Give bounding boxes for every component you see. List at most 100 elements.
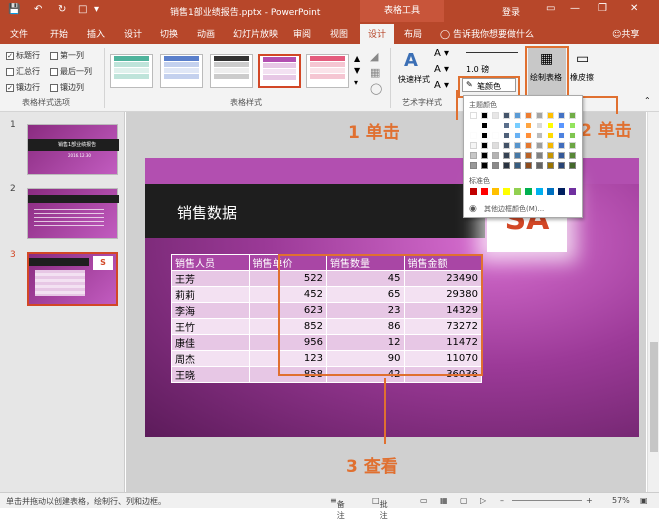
tab-transitions[interactable]: 切换: [160, 27, 178, 40]
color-swatch[interactable]: [558, 142, 565, 149]
color-swatch[interactable]: [514, 122, 521, 129]
color-swatch[interactable]: [514, 152, 521, 159]
color-swatch[interactable]: [514, 112, 521, 119]
table-cell[interactable]: 王芳: [171, 270, 250, 287]
color-swatch[interactable]: [569, 188, 576, 195]
pen-style-line[interactable]: [466, 52, 518, 53]
customize-qat-icon[interactable]: ▾: [94, 4, 99, 15]
vertical-scrollbar[interactable]: [647, 112, 659, 492]
color-swatch[interactable]: [481, 132, 488, 139]
option-last-column[interactable]: 最后一列: [50, 66, 92, 77]
tab-slideshow[interactable]: 幻灯片放映: [233, 27, 278, 40]
text-fill-icon[interactable]: A ▾: [434, 48, 449, 59]
borders-icon[interactable]: ▦: [370, 66, 380, 79]
color-swatch[interactable]: [492, 162, 499, 169]
color-swatch[interactable]: [547, 122, 554, 129]
color-swatch[interactable]: [558, 162, 565, 169]
color-swatch[interactable]: [503, 132, 510, 139]
color-swatch[interactable]: [492, 122, 499, 129]
color-swatch[interactable]: [569, 162, 576, 169]
color-swatch[interactable]: [503, 122, 510, 129]
tab-home[interactable]: 开始: [50, 27, 68, 40]
color-swatch[interactable]: [558, 132, 565, 139]
color-swatch[interactable]: [525, 188, 532, 195]
color-swatch[interactable]: [547, 132, 554, 139]
color-swatch[interactable]: [470, 162, 477, 169]
more-styles-icon[interactable]: ▾: [354, 78, 358, 87]
color-swatch[interactable]: [525, 152, 532, 159]
color-swatch[interactable]: [536, 142, 543, 149]
color-swatch[interactable]: [536, 112, 543, 119]
present-icon[interactable]: □: [78, 4, 87, 15]
option-header-row[interactable]: ✓ 标题行: [6, 50, 40, 61]
color-swatch[interactable]: [481, 142, 488, 149]
header-cell[interactable]: 销售人员: [171, 254, 250, 271]
color-swatch[interactable]: [470, 132, 477, 139]
option-total-row[interactable]: 汇总行: [6, 66, 40, 77]
color-swatch[interactable]: [514, 188, 521, 195]
minimize-icon[interactable]: —: [570, 3, 580, 14]
effects-icon[interactable]: ◯: [370, 82, 382, 95]
color-swatch[interactable]: [547, 112, 554, 119]
color-swatch[interactable]: [558, 188, 565, 195]
table-style-thumb[interactable]: [306, 54, 349, 88]
table-cell[interactable]: 王晓: [171, 366, 250, 383]
color-swatch[interactable]: [492, 152, 499, 159]
color-swatch[interactable]: [492, 112, 499, 119]
color-swatch[interactable]: [470, 152, 477, 159]
tell-me-box[interactable]: ◯ 告诉我你想要做什么: [440, 27, 534, 40]
zoom-out-icon[interactable]: –: [500, 496, 504, 505]
table-style-thumb[interactable]: [210, 54, 253, 88]
quick-styles-a-icon[interactable]: A: [404, 50, 418, 71]
eraser-button[interactable]: ▭ 橡皮擦: [568, 48, 598, 96]
slide-thumbnail-3[interactable]: S: [27, 252, 118, 306]
color-swatch[interactable]: [470, 122, 477, 129]
tab-table-design[interactable]: 设计: [360, 24, 395, 45]
color-swatch[interactable]: [536, 188, 543, 195]
color-swatch[interactable]: [525, 112, 532, 119]
tab-insert[interactable]: 插入: [87, 27, 105, 40]
notes-button[interactable]: ≡ 备注: [330, 496, 345, 520]
color-swatch[interactable]: [558, 152, 565, 159]
slideshow-icon[interactable]: ▷: [480, 496, 486, 505]
color-swatch[interactable]: [569, 132, 576, 139]
slide-thumbnail-1[interactable]: 销售1部业绩报告 2016.12.30: [27, 124, 119, 175]
table-style-thumb[interactable]: [110, 54, 153, 88]
option-banded-rows[interactable]: ✓ 镶边行: [6, 82, 40, 93]
collapse-ribbon-icon[interactable]: ⌃: [644, 96, 651, 105]
table-cell[interactable]: 周杰: [171, 350, 250, 367]
undo-icon[interactable]: ↶: [34, 4, 42, 15]
color-swatch[interactable]: [569, 122, 576, 129]
restore-icon[interactable]: ❐: [598, 3, 607, 14]
table-cell[interactable]: 李海: [171, 302, 250, 319]
color-swatch[interactable]: [569, 142, 576, 149]
color-swatch[interactable]: [525, 122, 532, 129]
color-swatch[interactable]: [470, 188, 477, 195]
color-swatch[interactable]: [503, 112, 510, 119]
color-swatch[interactable]: [503, 188, 510, 195]
color-swatch[interactable]: [481, 188, 488, 195]
color-swatch[interactable]: [514, 162, 521, 169]
zoom-slider[interactable]: [512, 500, 582, 501]
color-swatch[interactable]: [514, 132, 521, 139]
table-cell[interactable]: 王竹: [171, 318, 250, 335]
tab-view[interactable]: 视图: [330, 27, 348, 40]
tab-review[interactable]: 审阅: [293, 27, 311, 40]
tab-table-layout[interactable]: 布局: [396, 24, 430, 45]
table-style-thumb-selected[interactable]: [258, 54, 301, 88]
color-swatch[interactable]: [525, 132, 532, 139]
color-swatch[interactable]: [481, 152, 488, 159]
color-swatch[interactable]: [536, 162, 543, 169]
share-button[interactable]: ☺共享: [612, 27, 639, 40]
slide-thumbnail-2[interactable]: [27, 188, 119, 239]
color-swatch[interactable]: [481, 122, 488, 129]
save-icon[interactable]: 💾: [8, 4, 20, 15]
table-style-thumb[interactable]: [160, 54, 203, 88]
login-link[interactable]: 登录: [502, 5, 520, 18]
pen-weight[interactable]: 1.0 磅: [466, 64, 489, 75]
color-swatch[interactable]: [481, 162, 488, 169]
more-border-colors[interactable]: 其他边框颜色(M)...: [484, 204, 544, 214]
color-swatch[interactable]: [514, 142, 521, 149]
color-swatch[interactable]: [569, 152, 576, 159]
scroll-down-icon[interactable]: ▼: [354, 66, 360, 75]
